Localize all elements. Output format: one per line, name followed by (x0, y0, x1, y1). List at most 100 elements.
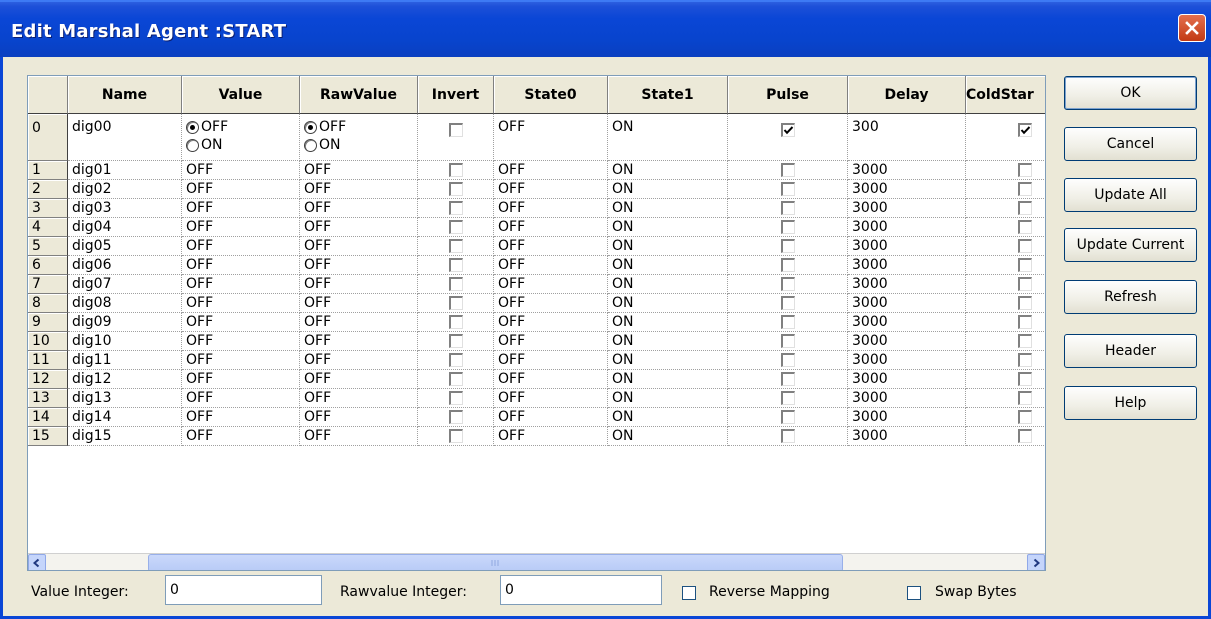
cell-coldstart[interactable] (966, 294, 1045, 313)
checkbox[interactable] (780, 429, 795, 443)
scroll-right-button[interactable] (1027, 554, 1045, 570)
table-row[interactable]: 0 dig00 OFF ON OFF ON OFF ON 300 (28, 114, 1045, 161)
cell-name[interactable]: dig02 (68, 180, 182, 199)
cell-invert[interactable] (418, 408, 494, 427)
checkbox[interactable] (448, 391, 463, 405)
table-row[interactable]: 15 dig15 OFF OFF OFF ON 3000 (28, 427, 1045, 446)
cell-raw[interactable]: OFF (300, 313, 418, 332)
cell-pulse[interactable] (728, 199, 848, 218)
cell-coldstart[interactable] (966, 408, 1045, 427)
cell-value[interactable]: OFF (182, 218, 300, 237)
column-header-pulse[interactable]: Pulse (728, 76, 848, 114)
cell-raw[interactable]: OFF ON (300, 114, 418, 161)
cell-delay[interactable]: 3000 (848, 370, 966, 389)
column-header-delay[interactable]: Delay (848, 76, 966, 114)
reverse-mapping-checkbox[interactable] (682, 586, 696, 600)
checkbox[interactable] (780, 334, 795, 348)
cell-invert[interactable] (418, 237, 494, 256)
scroll-thumb[interactable] (148, 554, 843, 570)
cell-raw[interactable]: OFF (300, 427, 418, 446)
cell-coldstart[interactable] (966, 161, 1045, 180)
table-row[interactable]: 9 dig09 OFF OFF OFF ON 3000 (28, 313, 1045, 332)
checkbox[interactable] (780, 239, 795, 253)
cell-name[interactable]: dig06 (68, 256, 182, 275)
cell-value[interactable]: OFF (182, 237, 300, 256)
checkbox[interactable] (1018, 201, 1032, 215)
cell-state0[interactable]: OFF (494, 180, 608, 199)
cell-pulse[interactable] (728, 256, 848, 275)
checkbox[interactable] (780, 296, 795, 310)
cell-invert[interactable] (418, 199, 494, 218)
cell-delay[interactable]: 3000 (848, 294, 966, 313)
cell-name[interactable]: dig08 (68, 294, 182, 313)
checkbox[interactable] (1018, 182, 1032, 196)
cell-invert[interactable] (418, 161, 494, 180)
cell-delay[interactable]: 3000 (848, 427, 966, 446)
cell-raw[interactable]: OFF (300, 218, 418, 237)
checkbox[interactable] (448, 429, 463, 443)
cell-coldstart[interactable] (966, 351, 1045, 370)
cell-value[interactable]: OFF (182, 427, 300, 446)
cell-raw[interactable]: OFF (300, 351, 418, 370)
cell-state0[interactable]: OFF (494, 294, 608, 313)
row-number[interactable]: 2 (28, 180, 68, 199)
checkbox[interactable] (780, 182, 795, 196)
checkbox[interactable] (448, 239, 463, 253)
radio-button[interactable] (304, 120, 317, 134)
checkbox[interactable] (448, 123, 463, 137)
cell-raw[interactable]: OFF (300, 199, 418, 218)
checkbox[interactable] (1018, 334, 1032, 348)
cell-coldstart[interactable] (966, 237, 1045, 256)
cell-raw[interactable]: OFF (300, 256, 418, 275)
cell-state0[interactable]: OFF (494, 389, 608, 408)
checkbox[interactable] (780, 220, 795, 234)
cell-pulse[interactable] (728, 161, 848, 180)
cancel-button[interactable]: Cancel (1064, 127, 1197, 161)
cell-coldstart[interactable] (966, 275, 1045, 294)
checkbox[interactable] (1018, 315, 1032, 329)
cell-coldstart[interactable] (966, 389, 1045, 408)
checkbox[interactable] (780, 353, 795, 367)
checkbox[interactable] (1018, 123, 1032, 137)
refresh-button[interactable]: Refresh (1064, 280, 1197, 314)
checkbox[interactable] (780, 123, 795, 137)
cell-value[interactable]: OFF (182, 294, 300, 313)
checkbox[interactable] (448, 410, 463, 424)
cell-value[interactable]: OFF ON (182, 114, 300, 161)
checkbox[interactable] (1018, 277, 1032, 291)
cell-name[interactable]: dig00 (68, 114, 182, 161)
cell-delay[interactable]: 3000 (848, 389, 966, 408)
cell-raw[interactable]: OFF (300, 332, 418, 351)
cell-state0[interactable]: OFF (494, 199, 608, 218)
cell-name[interactable]: dig13 (68, 389, 182, 408)
cell-delay[interactable]: 3000 (848, 161, 966, 180)
cell-invert[interactable] (418, 351, 494, 370)
radio-button[interactable] (186, 120, 199, 134)
value-radio-group[interactable]: OFF ON (186, 114, 228, 154)
cell-value[interactable]: OFF (182, 370, 300, 389)
table-row[interactable]: 11 dig11 OFF OFF OFF ON 3000 (28, 351, 1045, 370)
checkbox[interactable] (780, 315, 795, 329)
cell-raw[interactable]: OFF (300, 180, 418, 199)
column-header-coldstart[interactable]: ColdStar (966, 76, 1045, 114)
rawvalue-integer-field[interactable]: 0 (500, 575, 662, 605)
cell-pulse[interactable] (728, 427, 848, 446)
checkbox[interactable] (448, 201, 463, 215)
cell-delay[interactable]: 3000 (848, 313, 966, 332)
table-row[interactable]: 1 dig01 OFF OFF OFF ON 3000 (28, 161, 1045, 180)
table-row[interactable]: 6 dig06 OFF OFF OFF ON 3000 (28, 256, 1045, 275)
cell-pulse[interactable] (728, 237, 848, 256)
cell-delay[interactable]: 3000 (848, 408, 966, 427)
cell-coldstart[interactable] (966, 199, 1045, 218)
row-number[interactable]: 7 (28, 275, 68, 294)
value-integer-field[interactable]: 0 (165, 575, 322, 605)
cell-delay[interactable]: 3000 (848, 351, 966, 370)
checkbox[interactable] (1018, 220, 1032, 234)
cell-invert[interactable] (418, 389, 494, 408)
table-row[interactable]: 12 dig12 OFF OFF OFF ON 3000 (28, 370, 1045, 389)
cell-state1[interactable]: ON (608, 370, 728, 389)
checkbox[interactable] (448, 334, 463, 348)
cell-raw[interactable]: OFF (300, 161, 418, 180)
cell-invert[interactable] (418, 114, 494, 161)
cell-delay[interactable]: 3000 (848, 237, 966, 256)
